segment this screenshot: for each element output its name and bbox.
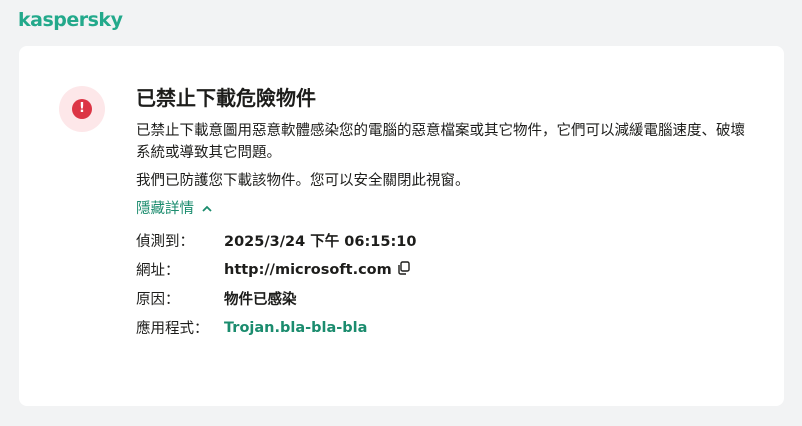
reason-label: 原因：: [136, 292, 180, 308]
application-link[interactable]: Trojan.bla-bla-bla: [224, 320, 367, 336]
alert-icon-badge: !: [59, 86, 105, 132]
application-label: 應用程式：: [136, 321, 209, 337]
url-value: http://microsoft.com: [224, 261, 392, 278]
detected-value: 2025/3/24 下午 06:15:10: [224, 234, 417, 250]
detail-row-reason: 原因： 物件已感染: [136, 284, 756, 313]
detail-row-url: 網址： http://microsoft.com: [136, 255, 756, 284]
detail-row-detected: 偵測到： 2025/3/24 下午 06:15:10: [136, 226, 756, 255]
hide-details-toggle[interactable]: 隱藏詳情: [136, 198, 212, 220]
alert-description: 已禁止下載意圖用惡意軟體感染您的電腦的惡意檔案或其它物件，它們可以減緩電腦速度、…: [136, 123, 745, 161]
reason-value: 物件已感染: [224, 292, 297, 308]
protection-note: 我們已防護您下載該物件。您可以安全關閉此視窗。: [136, 173, 470, 189]
alert-title: 已禁止下載危險物件: [136, 86, 316, 110]
kaspersky-logo: kaspersky: [18, 9, 123, 31]
copy-icon[interactable]: [397, 260, 411, 279]
hide-details-label: 隱藏詳情: [136, 201, 194, 217]
alert-card: ! 已禁止下載危險物件 已禁止下載意圖用惡意軟體感染您的電腦的惡意檔案或其它物件…: [19, 46, 784, 406]
detected-label: 偵測到：: [136, 234, 194, 250]
chevron-up-icon: [202, 198, 212, 220]
exclamation-icon: !: [72, 99, 92, 119]
detail-row-application: 應用程式： Trojan.bla-bla-bla: [136, 313, 756, 342]
alert-content: 已禁止下載危險物件 已禁止下載意圖用惡意軟體感染您的電腦的惡意檔案或其它物件，它…: [136, 84, 756, 342]
url-label: 網址：: [136, 263, 180, 279]
